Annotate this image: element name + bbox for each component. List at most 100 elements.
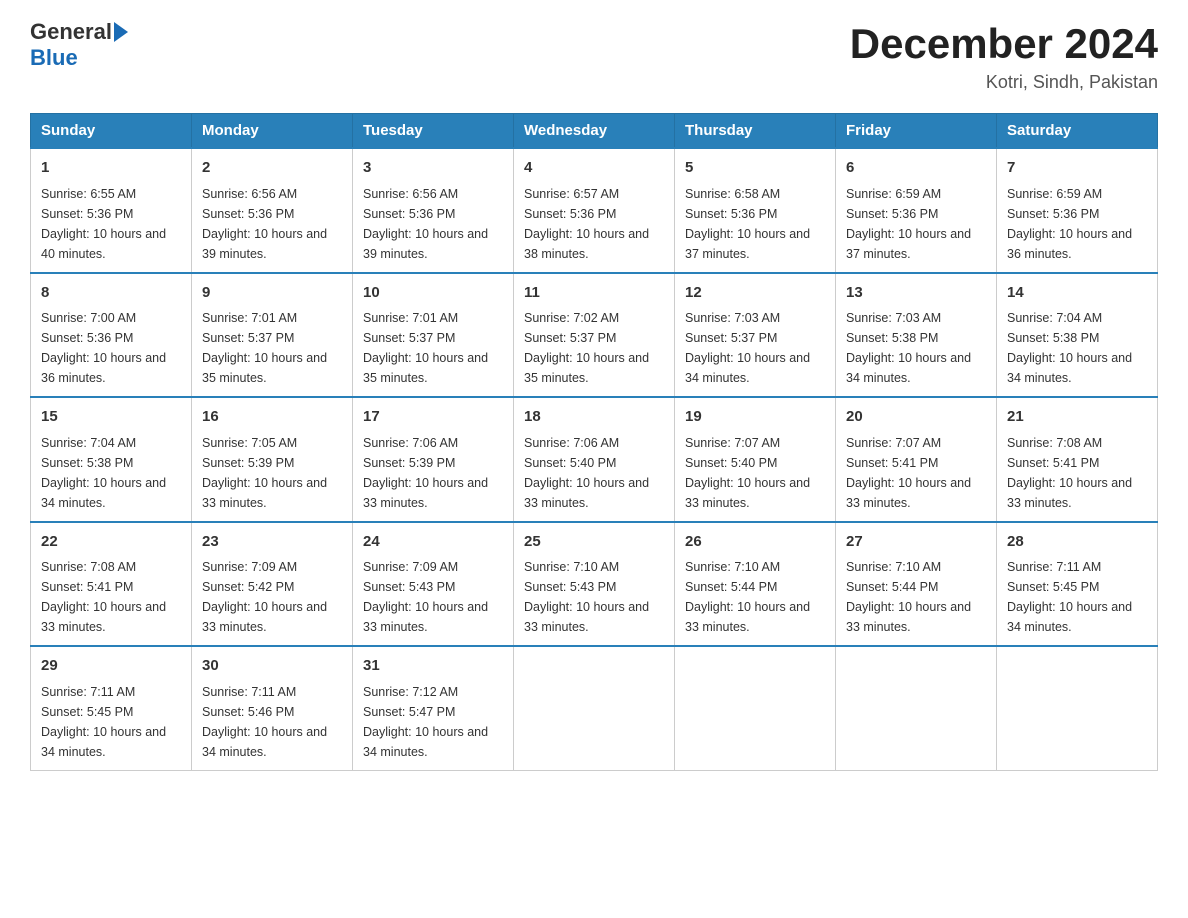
calendar-week-row: 8 Sunrise: 7:00 AMSunset: 5:36 PMDaylight… (31, 273, 1158, 398)
day-number: 8 (41, 282, 181, 305)
calendar-day-cell: 19 Sunrise: 7:07 AMSunset: 5:40 PMDayligh… (675, 397, 836, 522)
day-info: Sunrise: 7:03 AMSunset: 5:37 PMDaylight:… (685, 308, 825, 388)
day-info: Sunrise: 6:56 AMSunset: 5:36 PMDaylight:… (363, 184, 503, 264)
day-info: Sunrise: 7:07 AMSunset: 5:41 PMDaylight:… (846, 433, 986, 513)
calendar-day-cell: 5Sunrise: 6:58 AMSunset: 5:36 PMDaylight… (675, 148, 836, 273)
calendar-day-cell (514, 646, 675, 770)
day-number: 17 (363, 406, 503, 429)
calendar-day-cell: 1Sunrise: 6:55 AMSunset: 5:36 PMDaylight… (31, 148, 192, 273)
day-number: 3 (363, 157, 503, 180)
day-info: Sunrise: 6:59 AMSunset: 5:36 PMDaylight:… (1007, 184, 1147, 264)
day-info: Sunrise: 7:02 AMSunset: 5:37 PMDaylight:… (524, 308, 664, 388)
day-number: 1 (41, 157, 181, 180)
logo-blue-text: Blue (30, 46, 78, 70)
day-number: 28 (1007, 531, 1147, 554)
day-info: Sunrise: 7:09 AMSunset: 5:42 PMDaylight:… (202, 557, 342, 637)
calendar-day-cell: 12 Sunrise: 7:03 AMSunset: 5:37 PMDayligh… (675, 273, 836, 398)
calendar-day-cell: 25Sunrise: 7:10 AMSunset: 5:43 PMDayligh… (514, 522, 675, 647)
calendar-day-cell: 24 Sunrise: 7:09 AMSunset: 5:43 PMDayligh… (353, 522, 514, 647)
day-of-week-header: Friday (836, 114, 997, 149)
day-info: Sunrise: 6:59 AMSunset: 5:36 PMDaylight:… (846, 184, 986, 264)
calendar-day-cell: 4 Sunrise: 6:57 AMSunset: 5:36 PMDaylight… (514, 148, 675, 273)
day-number: 18 (524, 406, 664, 429)
calendar-day-cell (675, 646, 836, 770)
day-info: Sunrise: 7:09 AMSunset: 5:43 PMDaylight:… (363, 557, 503, 637)
day-number: 24 (363, 531, 503, 554)
day-of-week-header: Tuesday (353, 114, 514, 149)
calendar-day-cell: 18 Sunrise: 7:06 AMSunset: 5:40 PMDayligh… (514, 397, 675, 522)
day-number: 23 (202, 531, 342, 554)
day-number: 7 (1007, 157, 1147, 180)
day-of-week-header: Saturday (997, 114, 1158, 149)
calendar-day-cell: 17 Sunrise: 7:06 AMSunset: 5:39 PMDayligh… (353, 397, 514, 522)
day-number: 6 (846, 157, 986, 180)
calendar-day-cell: 23 Sunrise: 7:09 AMSunset: 5:42 PMDayligh… (192, 522, 353, 647)
calendar-day-cell: 16Sunrise: 7:05 AMSunset: 5:39 PMDayligh… (192, 397, 353, 522)
calendar-day-cell: 29 Sunrise: 7:11 AMSunset: 5:45 PMDayligh… (31, 646, 192, 770)
day-of-week-header: Wednesday (514, 114, 675, 149)
day-info: Sunrise: 7:06 AMSunset: 5:39 PMDaylight:… (363, 433, 503, 513)
day-number: 5 (685, 157, 825, 180)
calendar-week-row: 1Sunrise: 6:55 AMSunset: 5:36 PMDaylight… (31, 148, 1158, 273)
day-info: Sunrise: 7:10 AMSunset: 5:44 PMDaylight:… (846, 557, 986, 637)
day-number: 16 (202, 406, 342, 429)
day-number: 9 (202, 282, 342, 305)
calendar-day-cell: 7 Sunrise: 6:59 AMSunset: 5:36 PMDaylight… (997, 148, 1158, 273)
calendar-day-cell (836, 646, 997, 770)
calendar-day-cell: 3 Sunrise: 6:56 AMSunset: 5:36 PMDaylight… (353, 148, 514, 273)
day-info: Sunrise: 6:56 AMSunset: 5:36 PMDaylight:… (202, 184, 342, 264)
day-number: 22 (41, 531, 181, 554)
day-number: 2 (202, 157, 342, 180)
day-number: 31 (363, 655, 503, 678)
day-number: 15 (41, 406, 181, 429)
calendar-day-cell: 21Sunrise: 7:08 AMSunset: 5:41 PMDayligh… (997, 397, 1158, 522)
day-number: 25 (524, 531, 664, 554)
calendar-day-cell: 11 Sunrise: 7:02 AMSunset: 5:37 PMDayligh… (514, 273, 675, 398)
day-number: 30 (202, 655, 342, 678)
title-section: December 2024 Kotri, Sindh, Pakistan (850, 20, 1158, 93)
day-number: 20 (846, 406, 986, 429)
day-number: 10 (363, 282, 503, 305)
day-info: Sunrise: 6:57 AMSunset: 5:36 PMDaylight:… (524, 184, 664, 264)
day-number: 12 (685, 282, 825, 305)
day-info: Sunrise: 7:06 AMSunset: 5:40 PMDaylight:… (524, 433, 664, 513)
calendar-day-cell: 15 Sunrise: 7:04 AMSunset: 5:38 PMDayligh… (31, 397, 192, 522)
calendar-day-cell (997, 646, 1158, 770)
day-info: Sunrise: 7:01 AMSunset: 5:37 PMDaylight:… (363, 308, 503, 388)
day-number: 14 (1007, 282, 1147, 305)
day-info: Sunrise: 7:00 AMSunset: 5:36 PMDaylight:… (41, 308, 181, 388)
day-info: Sunrise: 7:08 AMSunset: 5:41 PMDaylight:… (1007, 433, 1147, 513)
calendar-day-cell: 14 Sunrise: 7:04 AMSunset: 5:38 PMDayligh… (997, 273, 1158, 398)
day-info: Sunrise: 7:07 AMSunset: 5:40 PMDaylight:… (685, 433, 825, 513)
day-number: 4 (524, 157, 664, 180)
day-number: 27 (846, 531, 986, 554)
day-info: Sunrise: 7:04 AMSunset: 5:38 PMDaylight:… (1007, 308, 1147, 388)
calendar-day-cell: 20 Sunrise: 7:07 AMSunset: 5:41 PMDayligh… (836, 397, 997, 522)
calendar-week-row: 29 Sunrise: 7:11 AMSunset: 5:45 PMDayligh… (31, 646, 1158, 770)
day-info: Sunrise: 7:08 AMSunset: 5:41 PMDaylight:… (41, 557, 181, 637)
calendar-day-cell: 6 Sunrise: 6:59 AMSunset: 5:36 PMDaylight… (836, 148, 997, 273)
day-of-week-header: Sunday (31, 114, 192, 149)
day-number: 29 (41, 655, 181, 678)
calendar-day-cell: 31Sunrise: 7:12 AMSunset: 5:47 PMDayligh… (353, 646, 514, 770)
calendar-day-cell: 9Sunrise: 7:01 AMSunset: 5:37 PMDaylight… (192, 273, 353, 398)
day-info: Sunrise: 7:11 AMSunset: 5:45 PMDaylight:… (41, 682, 181, 762)
calendar-week-row: 22 Sunrise: 7:08 AMSunset: 5:41 PMDayligh… (31, 522, 1158, 647)
calendar-day-cell: 2 Sunrise: 6:56 AMSunset: 5:36 PMDaylight… (192, 148, 353, 273)
day-info: Sunrise: 7:10 AMSunset: 5:44 PMDaylight:… (685, 557, 825, 637)
calendar-day-cell: 13 Sunrise: 7:03 AMSunset: 5:38 PMDayligh… (836, 273, 997, 398)
day-info: Sunrise: 7:03 AMSunset: 5:38 PMDaylight:… (846, 308, 986, 388)
day-number: 11 (524, 282, 664, 305)
page-header: General Blue December 2024 Kotri, Sindh,… (30, 20, 1158, 93)
calendar-day-cell: 22 Sunrise: 7:08 AMSunset: 5:41 PMDayligh… (31, 522, 192, 647)
calendar-table: SundayMondayTuesdayWednesdayThursdayFrid… (30, 113, 1158, 771)
month-title: December 2024 (850, 20, 1158, 68)
calendar-day-cell: 26Sunrise: 7:10 AMSunset: 5:44 PMDayligh… (675, 522, 836, 647)
calendar-day-cell: 10 Sunrise: 7:01 AMSunset: 5:37 PMDayligh… (353, 273, 514, 398)
day-info: Sunrise: 7:04 AMSunset: 5:38 PMDaylight:… (41, 433, 181, 513)
day-info: Sunrise: 7:11 AMSunset: 5:46 PMDaylight:… (202, 682, 342, 762)
calendar-day-cell: 28Sunrise: 7:11 AMSunset: 5:45 PMDayligh… (997, 522, 1158, 647)
day-number: 13 (846, 282, 986, 305)
day-number: 19 (685, 406, 825, 429)
calendar-day-cell: 8 Sunrise: 7:00 AMSunset: 5:36 PMDaylight… (31, 273, 192, 398)
